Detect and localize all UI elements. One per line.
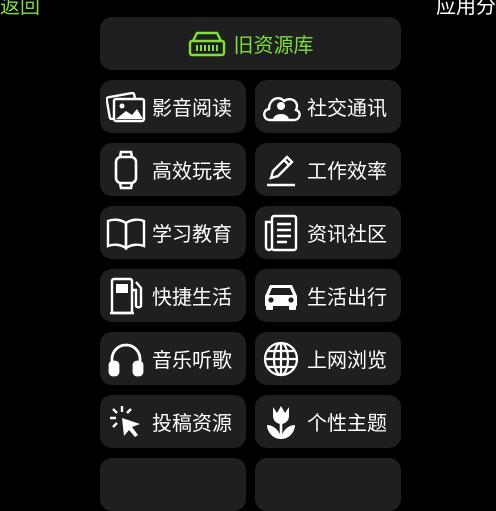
fuel-icon (106, 276, 146, 316)
category-label: 工作效率 (307, 159, 387, 183)
category-label: 个性主题 (307, 411, 387, 435)
headphones-icon (106, 339, 146, 379)
category-travel[interactable]: 生活出行 (255, 269, 401, 322)
back-button[interactable]: 返回 (0, 0, 40, 19)
pencil-icon (261, 150, 301, 190)
category-productivity[interactable]: 工作效率 (255, 143, 401, 196)
category-partial-left[interactable] (100, 458, 246, 511)
globe-icon (261, 339, 301, 379)
category-label: 资讯社区 (307, 222, 387, 246)
car-icon (261, 276, 301, 316)
category-watch[interactable]: 高效玩表 (100, 143, 246, 196)
category-music[interactable]: 音乐听歌 (100, 332, 246, 385)
book-icon (106, 213, 146, 253)
category-submit[interactable]: 投稿资源 (100, 395, 246, 448)
category-label: 社交通讯 (307, 96, 387, 120)
category-media-reading[interactable]: 影音阅读 (100, 80, 246, 133)
news-icon (261, 213, 301, 253)
page-title: 应用分 (436, 0, 496, 18)
category-social[interactable]: 社交通讯 (255, 80, 401, 133)
category-label: 学习教育 (152, 222, 232, 246)
category-education[interactable]: 学习教育 (100, 206, 246, 259)
legacy-library-button[interactable]: 旧资源库 (100, 17, 401, 70)
category-label: 快捷生活 (152, 285, 232, 309)
category-partial-right[interactable] (255, 458, 401, 511)
category-label: 影音阅读 (152, 96, 232, 120)
category-label: 投稿资源 (152, 411, 232, 435)
archive-icon (188, 31, 226, 57)
category-label: 上网浏览 (307, 348, 387, 372)
category-news[interactable]: 资讯社区 (255, 206, 401, 259)
category-label: 生活出行 (307, 285, 387, 309)
category-quick-life[interactable]: 快捷生活 (100, 269, 246, 322)
people-cloud-icon (261, 87, 301, 127)
legacy-library-label: 旧资源库 (233, 33, 314, 57)
click-icon (106, 402, 146, 442)
media-icon (106, 87, 146, 127)
category-browser[interactable]: 上网浏览 (255, 332, 401, 385)
tulip-icon (261, 402, 301, 442)
category-label: 音乐听歌 (152, 348, 232, 372)
category-theme[interactable]: 个性主题 (255, 395, 401, 448)
watch-icon (106, 150, 146, 190)
category-label: 高效玩表 (152, 159, 232, 183)
